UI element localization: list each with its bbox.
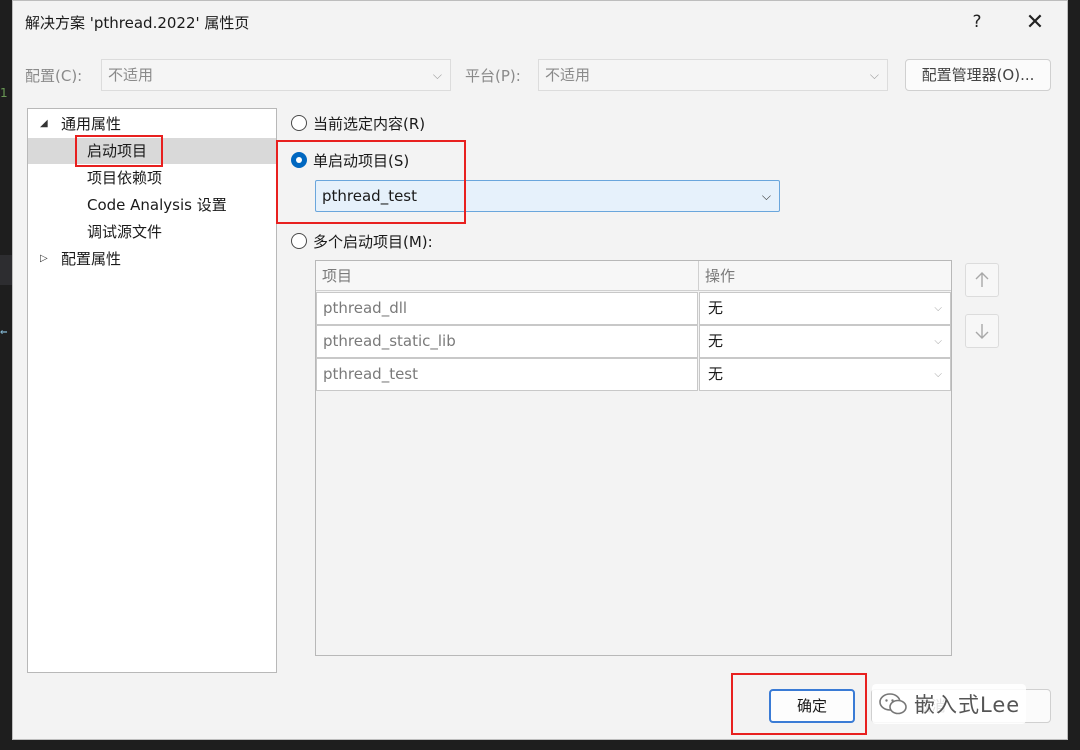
chevron-down-icon: ⌵ [934,369,942,380]
config-combo-value: 不适用 [108,66,154,84]
title-bar: 解决方案 'pthread.2022' 属性页 ? ✕ [13,1,1067,45]
grid-cell-action-value: 无 [708,299,724,317]
radio-current-selection-label[interactable]: 当前选定内容(R) [313,113,425,134]
tree-item-project-dependencies[interactable]: 项目依赖项 [28,165,276,191]
grid-cell-action-value: 无 [708,365,724,383]
ide-scroll-bar [0,255,12,285]
platform-combo[interactable]: 不适用 ⌵ [538,59,888,91]
watermark: 嵌入式Lee [872,684,1027,724]
tree-node-label: 通用属性 [61,115,122,133]
expand-arrow-icon[interactable]: ▷ [40,246,48,272]
tree-node-config-properties[interactable]: ▷ 配置属性 [28,246,276,272]
tree-item-code-analysis[interactable]: Code Analysis 设置 [28,192,276,218]
platform-label: 平台(P): [465,67,521,85]
single-startup-combo[interactable]: pthread_test ⌵ [315,180,780,212]
ide-background: 1 ⇐ [0,0,12,750]
close-icon: ✕ [1025,9,1045,35]
tree-item-label: 启动项目 [87,142,148,160]
grid-cell-project: pthread_dll [316,292,698,325]
chevron-down-icon: ⌵ [934,303,942,314]
radio-multiple-startup[interactable] [291,233,307,249]
radio-current-selection[interactable] [291,115,307,131]
grid-cell-action-combo[interactable]: 无 ⌵ [699,358,951,391]
grid-cell-action-combo[interactable]: 无 ⌵ [699,292,951,325]
tree-item-label: 调试源文件 [87,223,163,241]
property-tree: ◢ 通用属性 启动项目 项目依赖项 Code Analysis 设置 调试源文件… [27,108,277,673]
radio-single-startup[interactable] [291,152,307,168]
dialog-title: 解决方案 'pthread.2022' 属性页 [25,14,250,32]
property-pages-dialog: 解决方案 'pthread.2022' 属性页 ? ✕ 配置(C): 不适用 ⌵… [12,0,1068,740]
grid-cell-project: pthread_test [316,358,698,391]
tree-node-label: 配置属性 [61,250,122,268]
table-row: pthread_dll 无 ⌵ [316,292,951,325]
ide-gutter-digit: 1 [0,86,8,100]
watermark-text: 嵌入式Lee [914,693,1021,717]
grid-cell-action-value: 无 [708,332,724,350]
tree-item-debug-source-files[interactable]: 调试源文件 [28,219,276,245]
chevron-down-icon: ⌵ [934,336,942,347]
table-row: pthread_static_lib 无 ⌵ [316,325,951,358]
tree-item-label: Code Analysis 设置 [87,196,227,214]
close-button[interactable]: ✕ [1013,5,1057,39]
tree-node-common-properties[interactable]: ◢ 通用属性 [28,111,276,137]
help-icon: ? [972,12,982,32]
config-label: 配置(C): [25,67,83,85]
arrow-up-icon [975,272,989,287]
radio-single-startup-label[interactable]: 单启动项目(S) [313,150,409,171]
radio-multiple-startup-label[interactable]: 多个启动项目(M): [313,231,433,252]
platform-combo-value: 不适用 [545,66,591,84]
grid-cell-project: pthread_static_lib [316,325,698,358]
config-manager-button[interactable]: 配置管理器(O)... [905,59,1051,91]
multiple-startup-grid: 项目 操作 pthread_dll 无 ⌵ pthread_static_lib… [315,260,952,656]
arrow-down-icon [975,324,989,339]
grid-header-action: 操作 [699,261,951,291]
move-down-button[interactable] [965,314,999,348]
chevron-down-icon: ⌵ [869,68,879,82]
chevron-down-icon: ⌵ [432,68,442,82]
tree-item-label: 项目依赖项 [87,169,163,187]
config-combo[interactable]: 不适用 ⌵ [101,59,451,91]
move-up-button[interactable] [965,263,999,297]
help-button[interactable]: ? [955,5,999,39]
table-row: pthread_test 无 ⌵ [316,358,951,391]
collapse-arrow-icon[interactable]: ◢ [40,111,48,137]
ide-gutter-arrow: ⇐ [0,328,8,338]
grid-header-project: 项目 [316,261,699,291]
chevron-down-icon: ⌵ [761,189,771,203]
wechat-icon [879,693,907,715]
ok-button[interactable]: 确定 [769,689,855,723]
grid-cell-action-combo[interactable]: 无 ⌵ [699,325,951,358]
single-startup-combo-value: pthread_test [322,187,417,205]
tree-item-startup-project[interactable]: 启动项目 [28,138,276,164]
